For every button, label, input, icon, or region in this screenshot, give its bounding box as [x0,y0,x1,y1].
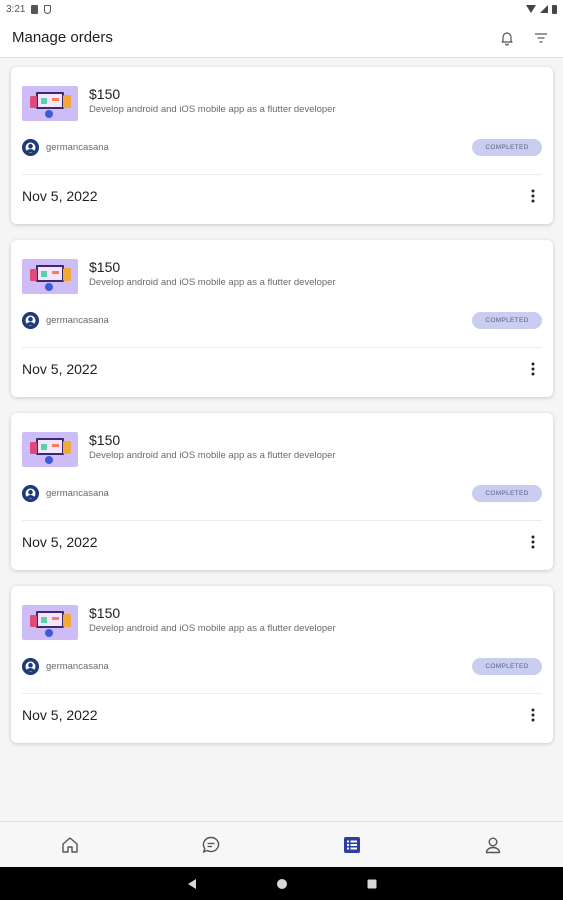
bottom-navigation [0,821,563,867]
avatar [22,658,39,675]
order-date: Nov 5, 2022 [22,361,98,377]
order-description: Develop android and iOS mobile app as a … [89,623,336,634]
recents-square-icon [367,879,376,888]
status-badge: COMPLETED [472,658,542,675]
more-options-icon[interactable] [524,360,542,378]
battery-icon [552,4,557,14]
order-date: Nov 5, 2022 [22,534,98,550]
avatar [22,139,39,156]
divider [22,520,542,521]
gig-thumbnail [22,432,78,467]
seller-name: germancasana [46,488,109,499]
page-title: Manage orders [12,29,113,46]
home-button[interactable] [276,878,288,890]
chat-icon [202,836,220,853]
nav-home[interactable] [50,825,90,865]
app-bar: Manage orders [0,18,563,58]
status-time: 3:21 [6,3,26,15]
status-badge: COMPLETED [472,485,542,502]
nav-profile[interactable] [473,825,513,865]
status-bar: 3:21 [0,0,563,18]
status-badge: COMPLETED [472,139,542,156]
order-price: $150 [89,259,121,275]
back-button[interactable] [186,878,198,890]
home-circle-icon [276,878,287,889]
orders-list: $150 Develop android and iOS mobile app … [11,67,553,759]
nav-messages[interactable] [191,825,231,865]
seller-name: germancasana [46,142,109,153]
order-description: Develop android and iOS mobile app as a … [89,277,336,288]
order-date: Nov 5, 2022 [22,188,98,204]
order-price: $150 [89,605,121,621]
order-price: $150 [89,86,121,102]
sim-icon [31,4,39,14]
avatar [22,485,39,502]
divider [22,174,542,175]
order-price: $150 [89,432,121,448]
order-card[interactable]: $150 Develop android and iOS mobile app … [11,413,553,570]
screen: 3:21 Manage orders $150 Develop android … [0,0,563,900]
divider [22,693,542,694]
home-icon [62,836,79,853]
shield-icon [44,4,52,14]
filter-icon[interactable] [531,28,551,48]
order-description: Develop android and iOS mobile app as a … [89,104,336,115]
seller-name: germancasana [46,661,109,672]
gig-thumbnail [22,86,78,121]
more-options-icon[interactable] [524,187,542,205]
order-date: Nov 5, 2022 [22,707,98,723]
orders-list-icon [343,836,360,853]
recents-button[interactable] [366,878,378,890]
more-options-icon[interactable] [524,533,542,551]
wifi-icon [526,5,536,13]
seller-name: germancasana [46,315,109,326]
order-card[interactable]: $150 Develop android and iOS mobile app … [11,586,553,743]
system-navigation-bar [0,867,563,900]
status-badge: COMPLETED [472,312,542,329]
more-options-icon[interactable] [524,706,542,724]
divider [22,347,542,348]
order-description: Develop android and iOS mobile app as a … [89,450,336,461]
gig-thumbnail [22,259,78,294]
signal-icon [540,5,548,13]
gig-thumbnail [22,605,78,640]
profile-icon [485,837,500,853]
avatar [22,312,39,329]
order-card[interactable]: $150 Develop android and iOS mobile app … [11,240,553,397]
notifications-bell-icon[interactable] [497,28,517,48]
order-card[interactable]: $150 Develop android and iOS mobile app … [11,67,553,224]
back-triangle-icon [187,878,196,889]
nav-orders[interactable] [332,825,372,865]
